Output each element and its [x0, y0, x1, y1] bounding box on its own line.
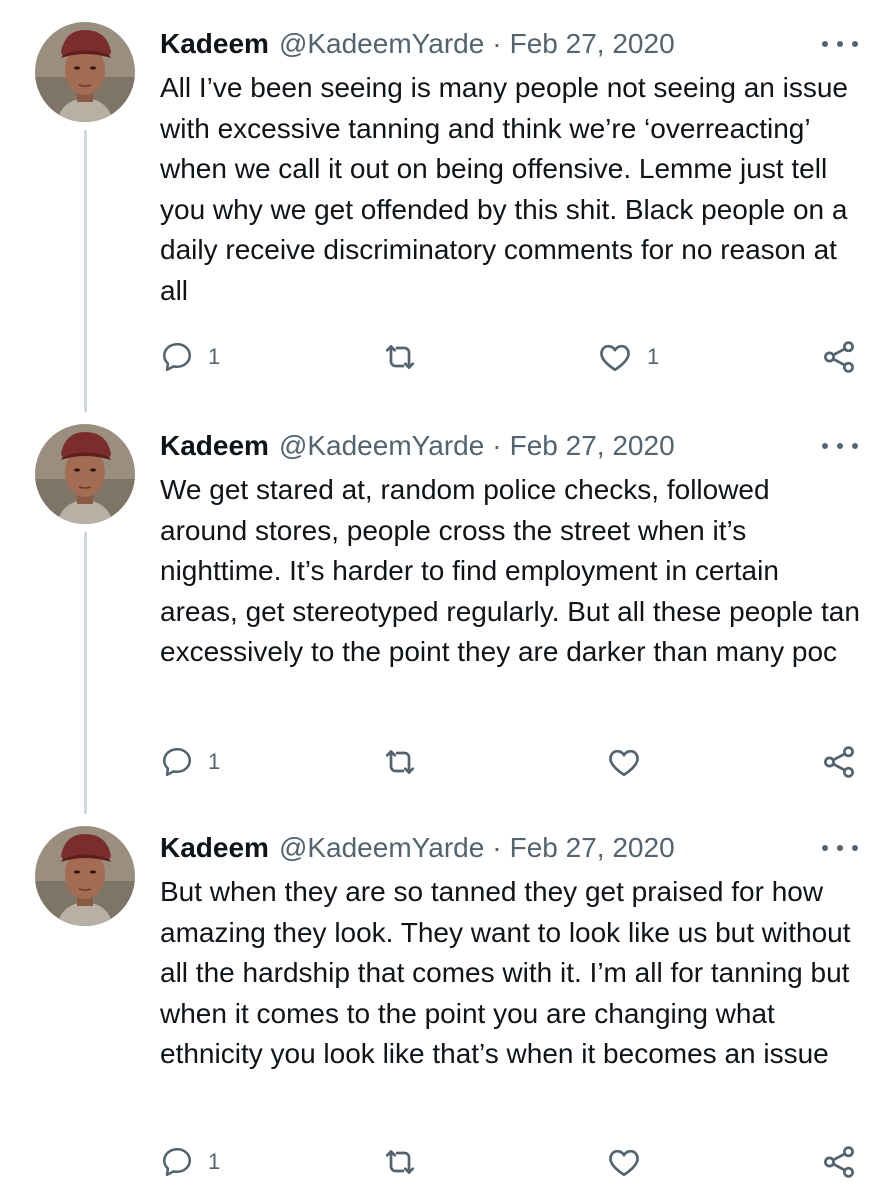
share-button[interactable]	[820, 742, 858, 782]
tweet[interactable]: Kadeem @KadeemYarde · Feb 27, 2020 We ge…	[0, 424, 893, 784]
action-bar: 1	[160, 742, 860, 782]
more-icon[interactable]	[822, 36, 858, 52]
reply-button[interactable]: 1	[160, 742, 220, 782]
reply-button[interactable]: 1	[160, 1142, 220, 1182]
like-button[interactable]: 1	[597, 337, 659, 377]
share-button[interactable]	[820, 1142, 858, 1182]
avatar[interactable]	[35, 826, 135, 926]
tweet[interactable]: Kadeem @KadeemYarde · Feb 27, 2020 All I…	[0, 22, 893, 382]
display-name[interactable]: Kadeem	[160, 28, 269, 60]
like-count: 1	[647, 344, 660, 369]
retweet-icon	[382, 744, 418, 780]
reply-count: 1	[208, 749, 221, 774]
retweet-icon	[382, 1144, 418, 1180]
more-icon[interactable]	[822, 840, 858, 856]
share-icon	[820, 338, 858, 376]
separator-dot: ·	[492, 28, 502, 59]
reply-count: 1	[208, 1149, 221, 1174]
display-name[interactable]: Kadeem	[160, 832, 269, 864]
tweet-date[interactable]: Feb 27, 2020	[510, 28, 675, 60]
user-handle[interactable]: @KadeemYarde	[279, 28, 484, 60]
tweet-text: We get stared at, random police checks, …	[160, 474, 860, 668]
heart-icon	[606, 1144, 642, 1180]
user-handle[interactable]: @KadeemYarde	[279, 832, 484, 864]
reply-icon	[160, 340, 194, 374]
tweet-text: But when they are so tanned they get pra…	[160, 876, 851, 1070]
user-handle[interactable]: @KadeemYarde	[279, 430, 484, 462]
reply-button[interactable]: 1	[160, 337, 220, 377]
tweet-date[interactable]: Feb 27, 2020	[510, 430, 675, 462]
separator-dot: ·	[492, 430, 502, 461]
retweet-button[interactable]	[382, 1142, 432, 1182]
share-icon	[820, 1143, 858, 1181]
tweet-header: Kadeem @KadeemYarde · Feb 27, 2020	[160, 426, 675, 466]
reply-icon	[160, 1145, 194, 1179]
like-button[interactable]	[606, 1142, 656, 1182]
share-button[interactable]	[820, 337, 858, 377]
reply-icon	[160, 745, 194, 779]
tweet-header: Kadeem @KadeemYarde · Feb 27, 2020	[160, 24, 675, 64]
more-icon[interactable]	[822, 438, 858, 454]
retweet-button[interactable]	[382, 337, 432, 377]
tweet-text: All I’ve been seeing is many people not …	[160, 72, 848, 306]
retweet-button[interactable]	[382, 742, 432, 782]
reply-count: 1	[208, 344, 221, 369]
tweet-header: Kadeem @KadeemYarde · Feb 27, 2020	[160, 828, 675, 868]
display-name[interactable]: Kadeem	[160, 430, 269, 462]
like-button[interactable]	[606, 742, 656, 782]
share-icon	[820, 743, 858, 781]
heart-icon	[597, 339, 633, 375]
action-bar: 1	[160, 1142, 860, 1182]
action-bar: 1 1	[160, 337, 860, 377]
avatar[interactable]	[35, 424, 135, 524]
tweet[interactable]: Kadeem @KadeemYarde · Feb 27, 2020 But w…	[0, 826, 893, 1186]
tweet-date[interactable]: Feb 27, 2020	[510, 832, 675, 864]
separator-dot: ·	[492, 832, 502, 863]
retweet-icon	[382, 339, 418, 375]
heart-icon	[606, 744, 642, 780]
avatar[interactable]	[35, 22, 135, 122]
